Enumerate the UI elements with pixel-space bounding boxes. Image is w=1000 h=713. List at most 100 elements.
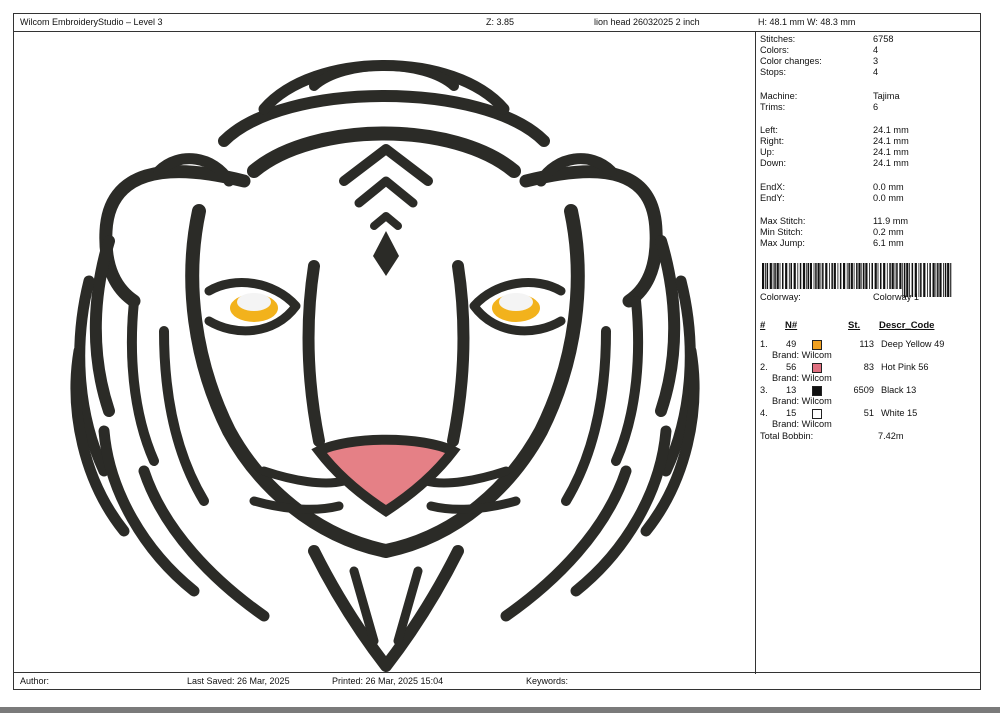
color-row-description: White 15	[881, 408, 918, 418]
design-name: lion head 26032025 2 inch	[594, 17, 700, 27]
stat-value: 24.1 mm	[873, 136, 909, 146]
color-row-stitches: 6509	[853, 385, 874, 395]
barcode-bar	[950, 263, 951, 297]
header-bar: Wilcom EmbroideryStudio – Level 3 Z: 3.8…	[14, 14, 980, 32]
barcode-bar	[843, 263, 846, 289]
barcode-bar	[899, 263, 902, 289]
color-row-description: Hot Pink 56	[881, 362, 929, 372]
design-dimensions: H: 48.1 mm W: 48.3 mm	[758, 17, 856, 27]
barcode-bar	[853, 263, 855, 289]
lion-embroidery-image	[70, 60, 700, 672]
barcode-bar	[874, 263, 877, 289]
stat-label: Max Stitch:	[760, 216, 806, 226]
barcode-bar	[797, 263, 799, 289]
color-row-description: Black 13	[881, 385, 917, 395]
print-sheet: Wilcom EmbroideryStudio – Level 3 Z: 3.8…	[13, 13, 981, 690]
barcode-bar	[871, 263, 873, 289]
color-row-brand: Brand: Wilcom	[772, 396, 832, 406]
stat-label: Machine:	[760, 91, 798, 101]
barcode-bar	[762, 263, 765, 289]
barcode-bar	[790, 263, 792, 289]
barcode-bar	[813, 263, 815, 289]
barcode-bar	[805, 263, 807, 289]
barcode-bar	[774, 263, 776, 289]
barcode-bar	[927, 263, 928, 297]
barcode-bar	[825, 263, 828, 289]
barcode-bar	[799, 263, 802, 289]
col-header-code: N#	[785, 320, 798, 331]
color-row-brand: Brand: Wilcom	[772, 350, 832, 360]
barcode-bar	[769, 263, 772, 289]
thread-color-swatch	[812, 340, 822, 350]
app-title: Wilcom EmbroideryStudio – Level 3	[20, 17, 163, 27]
stat-label: Color changes:	[760, 56, 822, 66]
last-saved: Last Saved: 26 Mar, 2025	[187, 676, 290, 686]
stat-value: 6.1 mm	[873, 238, 904, 248]
barcode-bar	[833, 263, 836, 289]
color-row-brand: Brand: Wilcom	[772, 419, 832, 429]
color-row-index: 3.	[760, 385, 768, 395]
stat-label: Stitches:	[760, 34, 796, 44]
keywords-label: Keywords:	[526, 676, 569, 686]
barcode-bar	[880, 263, 882, 289]
barcode-bar	[939, 263, 942, 297]
barcode-bar	[886, 263, 888, 289]
barcode-bar	[932, 263, 935, 297]
barcode-bar	[894, 263, 896, 289]
barcode-bar	[822, 263, 824, 289]
barcode-bar	[839, 263, 842, 289]
stat-value: 4	[873, 67, 879, 77]
colorway-label: Colorway:	[760, 292, 801, 302]
thread-color-swatch	[812, 363, 822, 373]
barcode-bar	[858, 263, 861, 289]
design-info-panel: Stitches: 6758 Colors: 4 Color changes: …	[756, 31, 980, 674]
printed-date: Printed: 26 Mar, 2025 15:04	[332, 676, 444, 686]
color-row-index: 4.	[760, 408, 768, 418]
barcode-bar	[920, 263, 922, 297]
stat-label: Trims:	[760, 102, 786, 112]
barcode-bar	[846, 263, 848, 289]
stat-label: Stops:	[760, 67, 787, 77]
barcode-bar	[947, 263, 950, 297]
thread-color-swatch	[812, 386, 822, 396]
barcode-bar	[815, 263, 817, 289]
footer-bar: Author: Last Saved: 26 Mar, 2025 Printed…	[14, 672, 980, 689]
color-row-index: 2.	[760, 362, 768, 372]
barcode-bar	[809, 263, 812, 289]
color-row-stitches: 83	[863, 362, 874, 372]
stat-label: Colors:	[760, 45, 790, 55]
stat-value: Tajima	[873, 91, 900, 101]
stat-value: 6	[873, 102, 879, 112]
stat-value: 0.0 mm	[873, 193, 904, 203]
barcode-bar	[865, 263, 868, 289]
color-row-brand: Brand: Wilcom	[772, 373, 832, 383]
barcode-bar	[793, 263, 796, 289]
barcode-bar	[896, 263, 898, 289]
stat-value: 11.9 mm	[873, 216, 909, 226]
barcode-bar	[766, 263, 769, 289]
stat-label: EndY:	[760, 193, 785, 203]
total-bobbin-label: Total Bobbin:	[760, 431, 814, 441]
color-row-code: 56	[786, 362, 797, 372]
author-label: Author:	[20, 676, 50, 686]
total-bobbin-value: 7.42m	[878, 431, 904, 441]
stat-value: 3	[873, 56, 879, 66]
barcode-bar	[856, 263, 858, 289]
stat-label: Up:	[760, 147, 775, 157]
barcode-bar	[929, 263, 931, 297]
color-row-code: 15	[786, 408, 797, 418]
barcode-bar	[779, 263, 781, 289]
bottom-strip	[0, 707, 1000, 713]
barcode-bar	[782, 263, 784, 289]
zoom-level: Z: 3.85	[486, 17, 515, 27]
colorway-value: Colorway 1	[873, 292, 919, 302]
barcode-bar	[877, 263, 879, 289]
barcode-bar	[831, 263, 833, 289]
thread-color-swatch	[812, 409, 822, 419]
barcode-bar	[848, 263, 850, 289]
barcode-bar	[802, 263, 806, 289]
col-header-stitches: St.	[848, 320, 861, 331]
barcode-bar	[869, 263, 870, 289]
barcode-bar	[772, 263, 774, 289]
barcode-bar	[891, 263, 894, 289]
